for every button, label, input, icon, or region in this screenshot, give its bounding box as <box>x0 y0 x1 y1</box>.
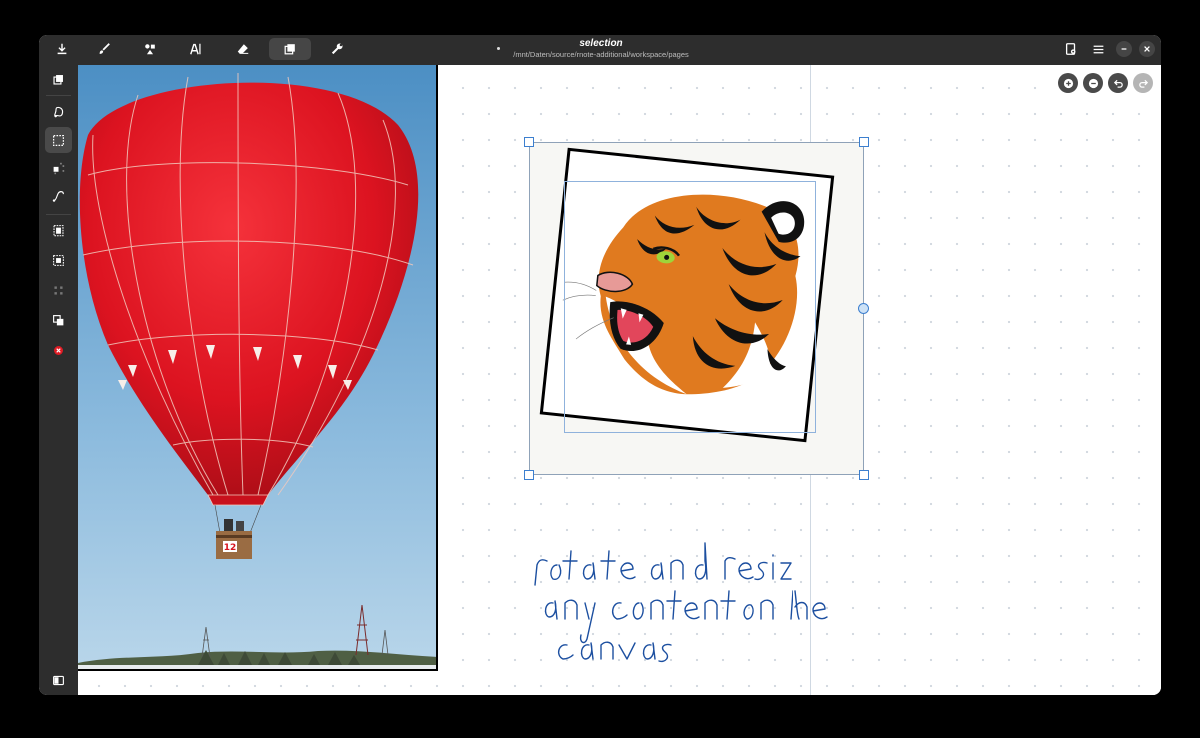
tools-tool-button[interactable] <box>316 38 358 60</box>
undo-button[interactable] <box>1108 73 1128 93</box>
delete-icon <box>54 345 63 355</box>
resize-handle-bottom-right[interactable] <box>859 470 869 480</box>
sidebar-divider <box>46 95 71 96</box>
close-button[interactable] <box>1139 41 1155 57</box>
tiger-bounds-outline <box>564 181 816 433</box>
typewriter-icon <box>190 43 201 55</box>
selector-tool-button[interactable] <box>269 38 311 60</box>
select-all-button[interactable] <box>45 247 72 273</box>
brush-tool-button[interactable] <box>83 38 125 60</box>
minimize-icon <box>1121 48 1127 50</box>
shaper-tool-button[interactable] <box>129 38 171 60</box>
document-path: /mnt/Daten/source/rnote-additional/works… <box>513 50 689 59</box>
shaper-icon <box>145 44 155 55</box>
typewriter-tool-button[interactable] <box>175 38 217 60</box>
canvas-zoom-controls <box>1058 73 1153 93</box>
selector-intersecting-path-icon <box>52 190 64 202</box>
select-page-icon <box>53 224 64 236</box>
app-window: selection /mnt/Daten/source/rnote-additi… <box>39 35 1161 695</box>
zoom-in-button[interactable] <box>1058 73 1078 93</box>
zoom-in-icon <box>1063 78 1073 88</box>
handwriting-strokes-extra <box>557 590 828 663</box>
resize-handle-top-right[interactable] <box>859 137 869 147</box>
redo-button[interactable] <box>1133 73 1153 93</box>
zoom-out-button[interactable] <box>1083 73 1103 93</box>
selector-single-button[interactable] <box>45 155 72 181</box>
sidebar-toggle-icon <box>53 675 64 685</box>
header-bar: selection /mnt/Daten/source/rnote-additi… <box>39 35 1161 65</box>
resize-handle-bottom-left[interactable] <box>524 470 534 480</box>
drawing-canvas[interactable]: 12 <box>78 65 1161 695</box>
redo-icon <box>1138 79 1148 88</box>
rotate-handle[interactable] <box>858 303 869 314</box>
selector-rectangle-button[interactable] <box>45 127 72 153</box>
flap-toggle-button[interactable] <box>45 667 72 693</box>
resize-handle-top-left[interactable] <box>524 137 534 147</box>
balloon-image[interactable]: 12 <box>78 65 438 671</box>
zoom-out-icon <box>1088 78 1098 88</box>
undo-icon <box>1113 79 1123 88</box>
minimize-button[interactable] <box>1116 41 1132 57</box>
sidebar-divider <box>46 214 71 215</box>
brush-icon <box>99 43 110 54</box>
selector-single-icon <box>53 162 65 174</box>
document-settings-icon <box>1065 43 1076 55</box>
select-page-button[interactable] <box>45 217 72 243</box>
document-title: selection <box>579 38 623 49</box>
selector-rectangle-icon <box>53 134 64 146</box>
hamburger-menu-icon <box>1093 45 1103 53</box>
document-settings-button[interactable] <box>1063 41 1079 57</box>
selector-intersecting-path-button[interactable] <box>45 183 72 209</box>
eraser-icon <box>237 44 249 54</box>
tool-sidebar <box>39 65 78 695</box>
select-all-icon <box>53 254 64 266</box>
eraser-tool-button[interactable] <box>222 38 264 60</box>
main-menu-button[interactable] <box>1090 41 1106 57</box>
delete-selection-button[interactable] <box>45 337 72 363</box>
deselect-icon <box>54 285 63 295</box>
save-icon <box>57 43 67 55</box>
duplicate-icon <box>53 314 64 325</box>
save-button[interactable] <box>41 38 83 60</box>
close-icon <box>1144 46 1150 52</box>
selector-polygon-icon <box>54 106 64 117</box>
balloon-number: 12 <box>224 543 237 553</box>
window-title: selection /mnt/Daten/source/rnote-additi… <box>439 37 763 60</box>
sidebar-selector-mode-button[interactable] <box>45 66 72 92</box>
deselect-button[interactable] <box>45 277 72 303</box>
duplicate-button[interactable] <box>45 307 72 333</box>
selector-polygon-button[interactable] <box>45 99 72 125</box>
selector-icon <box>284 44 295 55</box>
tools-icon <box>331 43 343 55</box>
selector-icon <box>53 74 63 85</box>
balloon-illustration: 12 <box>78 65 436 669</box>
